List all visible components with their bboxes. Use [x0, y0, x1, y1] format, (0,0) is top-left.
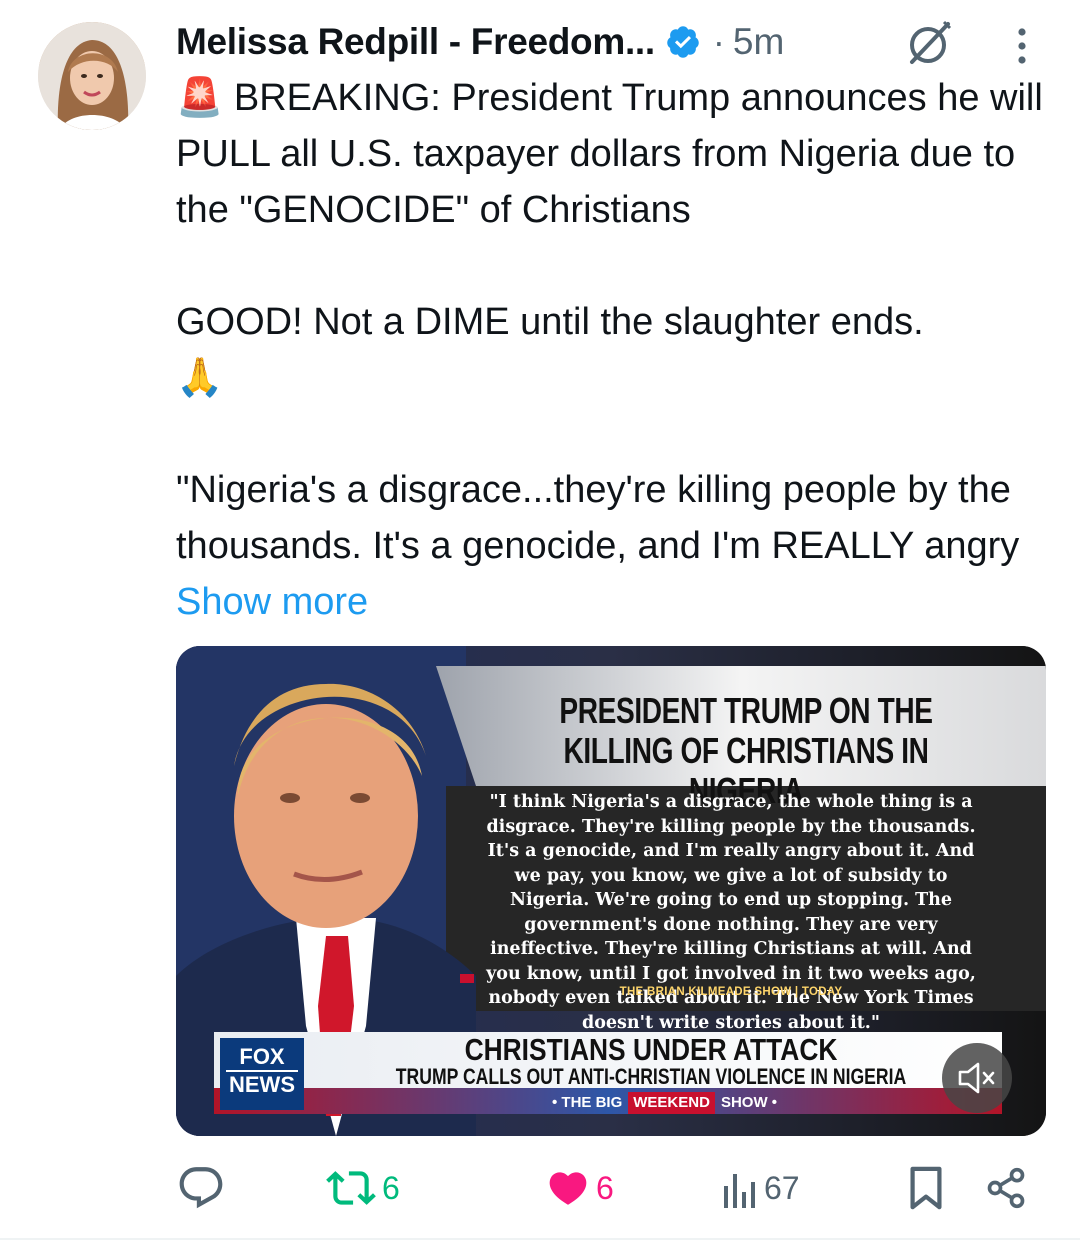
view-count: 67 [764, 1169, 800, 1206]
tweet-text: 🚨 BREAKING: President Trump announces he… [176, 70, 1056, 630]
reply-button[interactable] [176, 1162, 226, 1214]
more-options-icon[interactable] [1010, 24, 1034, 68]
share-button[interactable] [984, 1162, 1028, 1214]
bookmark-icon [910, 1166, 942, 1210]
timestamp[interactable]: 5m [733, 21, 784, 63]
show-highlight: WEEKEND [628, 1092, 715, 1114]
siren-emoji: 🚨 [176, 77, 224, 119]
lower-third-title: CHRISTIANS UNDER ATTACK [464, 1032, 838, 1067]
video-quote: "I think Nigeria's a disgrace, the whole… [486, 792, 976, 1033]
repost-button[interactable]: 6 [326, 1162, 400, 1214]
verified-badge-icon[interactable] [665, 24, 701, 60]
bookmark-button[interactable] [906, 1162, 946, 1214]
speaker-muted-icon [958, 1062, 995, 1094]
heart-icon [549, 1172, 587, 1205]
mute-button[interactable] [942, 1043, 1012, 1113]
video-media[interactable]: PRESIDENT TRUMP ON THE KILLING OF CHRIST… [176, 646, 1046, 1136]
lower-third-subtitle: TRUMP CALLS OUT ANTI-CHRISTIAN VIOLENCE … [395, 1064, 907, 1089]
separator-dot: · [712, 21, 725, 62]
share-icon [987, 1167, 1025, 1209]
tweet-divider [0, 1238, 1080, 1240]
reply-icon [179, 1167, 223, 1209]
show-prefix: • THE BIG [552, 1094, 623, 1111]
author-name[interactable]: Melissa Redpill - Freedom... [176, 21, 655, 63]
show-suffix: SHOW • [720, 1094, 778, 1111]
tweet-text-main: BREAKING: President Trump announces he w… [176, 77, 1043, 343]
tweet-text-quote: "Nigeria's a disgrace...they're killing … [176, 469, 1020, 567]
repost-count: 6 [382, 1169, 400, 1206]
action-bar: 6 6 67 [176, 1162, 1046, 1214]
logo-line-1: FOX [239, 1044, 285, 1069]
show-bar: • THE BIG WEEKEND SHOW • [552, 1092, 777, 1114]
views-button[interactable]: 67 [722, 1162, 800, 1214]
analytics-icon [724, 1174, 755, 1208]
repost-icon [326, 1171, 376, 1205]
show-more-link[interactable]: Show more [176, 581, 368, 623]
pray-emoji: 🙏 [176, 357, 224, 399]
like-count: 6 [596, 1169, 614, 1206]
logo-line-2: NEWS [226, 1070, 298, 1096]
avatar[interactable] [38, 22, 146, 130]
like-button[interactable]: 6 [546, 1162, 614, 1214]
fox-news-logo: FOX NEWS [220, 1038, 304, 1110]
video-credit: THE BRIAN KILMEADE SHOW | TODAY [619, 986, 843, 998]
tweet-header: Melissa Redpill - Freedom... · 5m [176, 14, 784, 70]
grok-icon[interactable] [904, 18, 954, 68]
